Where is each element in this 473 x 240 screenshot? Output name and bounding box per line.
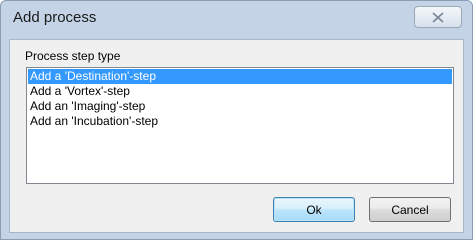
cancel-button[interactable]: Cancel bbox=[369, 197, 451, 222]
ok-button[interactable]: Ok bbox=[273, 197, 355, 222]
title-bar[interactable]: Add process bbox=[1, 1, 472, 39]
dialog-title: Add process bbox=[13, 9, 97, 26]
list-item[interactable]: Add a 'Destination'-step bbox=[28, 69, 452, 84]
dialog-content: Process step type Add a 'Destination'-st… bbox=[9, 39, 464, 233]
add-process-dialog: Add process Process step type Add a 'Des… bbox=[0, 0, 473, 240]
close-icon bbox=[432, 11, 444, 23]
list-item[interactable]: Add an 'Incubation'-step bbox=[28, 114, 452, 129]
list-item[interactable]: Add an 'Imaging'-step bbox=[28, 99, 452, 114]
process-step-type-label: Process step type bbox=[25, 49, 121, 63]
close-button[interactable] bbox=[414, 6, 462, 28]
process-step-type-list[interactable]: Add a 'Destination'-step Add a 'Vortex'-… bbox=[26, 67, 454, 184]
list-item[interactable]: Add a 'Vortex'-step bbox=[28, 84, 452, 99]
